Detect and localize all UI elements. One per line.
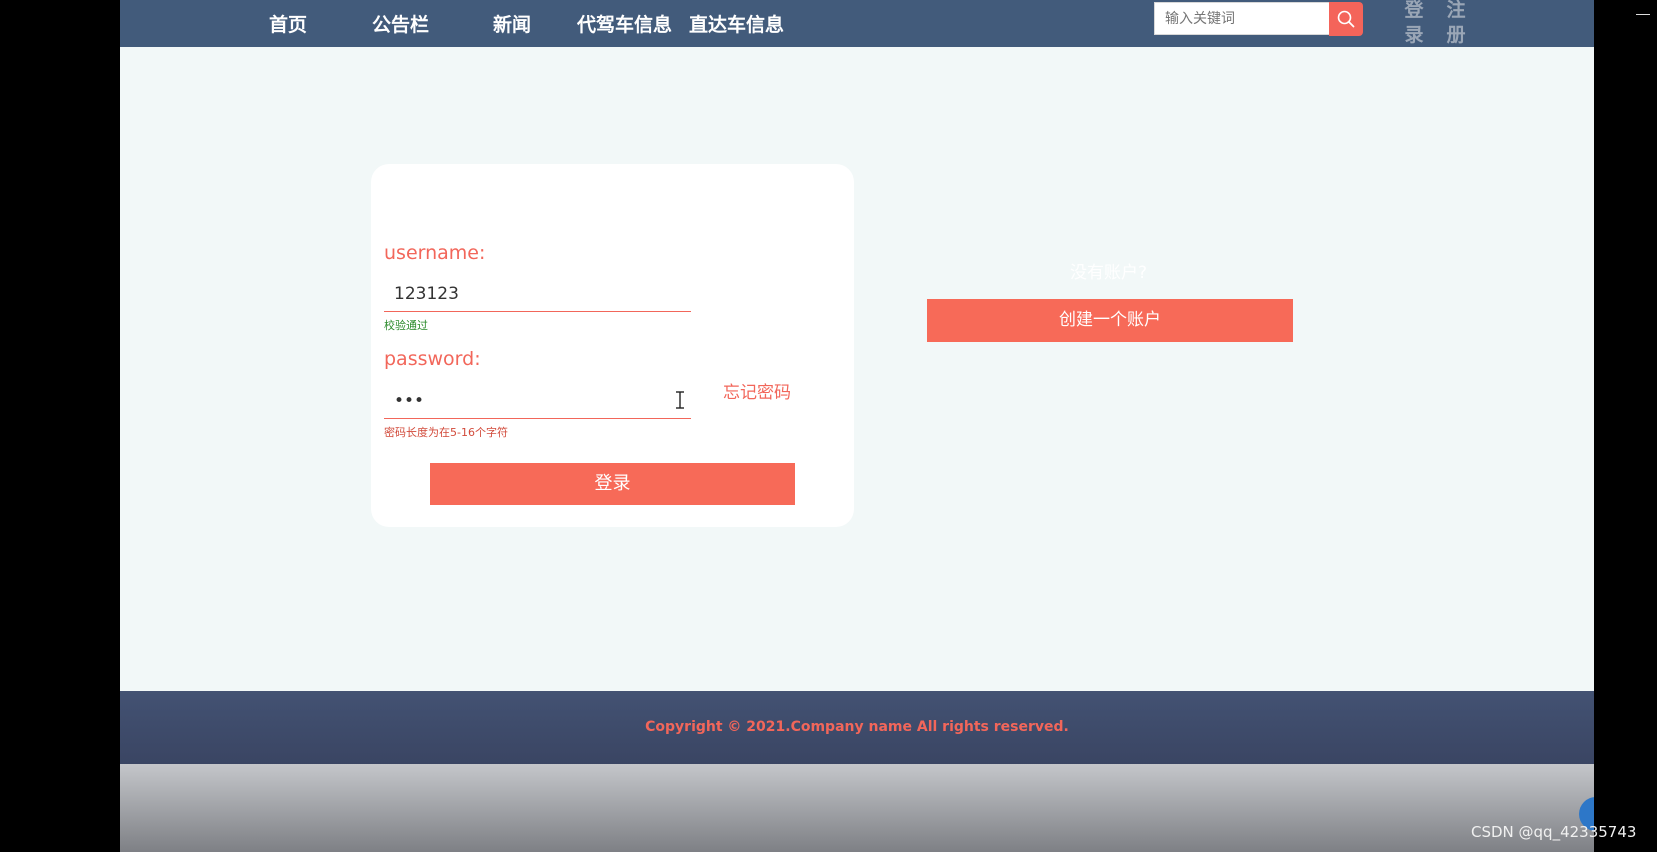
password-hint: 密码长度为在5-16个字符 bbox=[384, 426, 508, 439]
login-link[interactable]: 登 录 bbox=[1403, 0, 1425, 48]
text-cursor-icon bbox=[675, 390, 685, 414]
copyright-text: Copyright © 2021.Company name All rights… bbox=[645, 719, 1069, 735]
nav-item-news[interactable]: 新闻 bbox=[493, 10, 531, 37]
search-icon bbox=[1337, 10, 1355, 28]
register-link[interactable]: 注 册 bbox=[1445, 0, 1467, 48]
nav-item-chauffeur-info[interactable]: 代驾车信息 bbox=[577, 10, 672, 37]
username-label: username: bbox=[384, 242, 486, 264]
login-card: username: 校验通过 password: 密码长度为在5-16个字符 忘… bbox=[371, 164, 854, 527]
minimize-icon[interactable] bbox=[1636, 14, 1650, 15]
register-link-char-2: 册 bbox=[1446, 24, 1466, 46]
password-label: password: bbox=[384, 348, 481, 370]
login-link-char-2: 录 bbox=[1404, 24, 1424, 46]
nav-item-home[interactable]: 首页 bbox=[269, 10, 307, 37]
search-button[interactable] bbox=[1329, 2, 1363, 36]
password-input[interactable] bbox=[384, 383, 691, 419]
top-nav-bar: 首页 公告栏 新闻 代驾车信息 直达车信息 登 录 注 册 bbox=[120, 0, 1594, 47]
nav-item-bulletin[interactable]: 公告栏 bbox=[372, 10, 429, 37]
create-account-button[interactable]: 创建一个账户 bbox=[927, 299, 1293, 342]
bottom-grey-area bbox=[120, 764, 1594, 852]
search-input[interactable] bbox=[1154, 2, 1330, 35]
forgot-password-link[interactable]: 忘记密码 bbox=[723, 378, 791, 403]
watermark-text: CSDN @qq_42335743 bbox=[1471, 823, 1637, 841]
username-input[interactable] bbox=[384, 276, 691, 312]
footer: Copyright © 2021.Company name All rights… bbox=[120, 691, 1594, 764]
no-account-prompt: 没有账户? bbox=[1070, 263, 1148, 283]
login-link-char-1: 登 bbox=[1404, 0, 1424, 21]
login-button[interactable]: 登录 bbox=[430, 463, 795, 505]
nav-item-direct-car-info[interactable]: 直达车信息 bbox=[689, 10, 784, 37]
page: 首页 公告栏 新闻 代驾车信息 直达车信息 登 录 注 册 username: … bbox=[120, 0, 1594, 852]
register-link-char-1: 注 bbox=[1446, 0, 1466, 21]
username-hint: 校验通过 bbox=[384, 319, 428, 332]
